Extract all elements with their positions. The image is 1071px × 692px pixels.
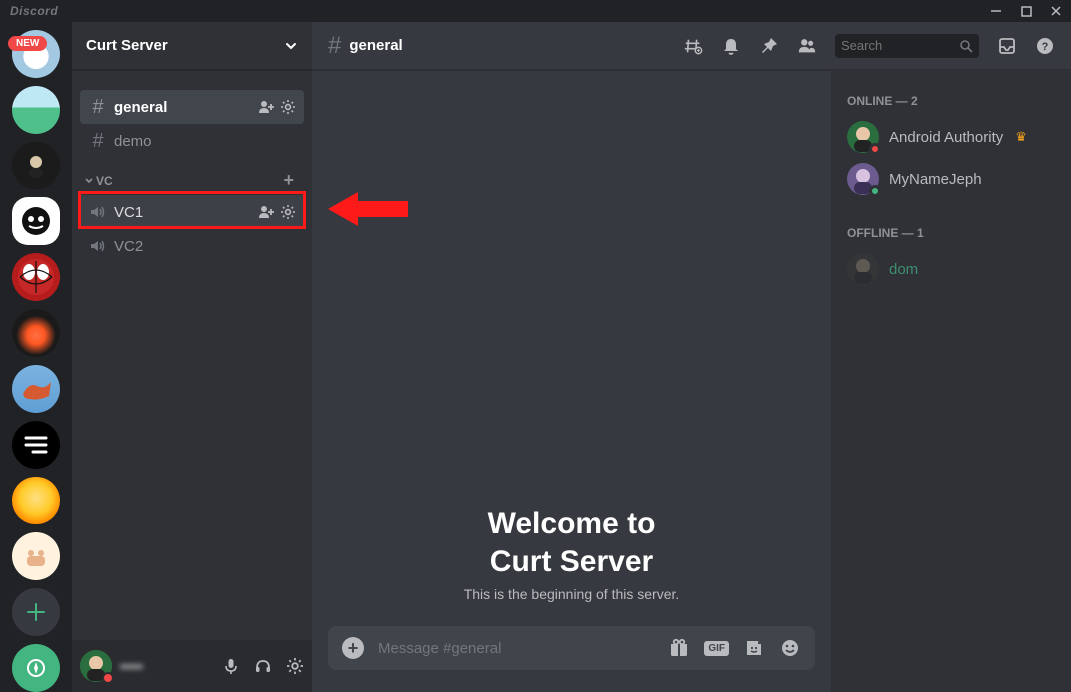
channel-label: VC2	[114, 238, 296, 255]
members-icon[interactable]	[797, 36, 817, 56]
window-close-icon[interactable]	[1049, 4, 1063, 18]
channel-panel: Curt Server # general # demo VC	[72, 22, 312, 692]
members-panel: ONLINE — 2 Android Authority ♛ MyNameJep…	[831, 70, 1071, 692]
help-icon[interactable]: ?	[1035, 36, 1055, 56]
status-dnd-icon	[869, 143, 881, 155]
search-icon	[959, 39, 973, 53]
category-label: VC	[96, 174, 113, 188]
avatar	[847, 253, 879, 285]
svg-text:?: ?	[1042, 41, 1049, 53]
online-header: ONLINE — 2	[839, 90, 1063, 116]
channel-name: general	[349, 37, 402, 54]
chat-input[interactable]: + GIF	[328, 626, 815, 670]
bell-icon[interactable]	[721, 36, 741, 56]
chat-area: Welcome to Curt Server This is the beginn…	[312, 70, 831, 692]
server-icon[interactable]	[12, 253, 60, 301]
member-row[interactable]: dom	[839, 248, 1063, 290]
app-title: Discord	[10, 4, 58, 18]
server-header[interactable]: Curt Server	[72, 22, 312, 70]
headset-icon[interactable]	[254, 657, 272, 675]
main-panel: # general ? Welcome toCurt Server This i	[312, 22, 1071, 692]
voice-channel-vc1[interactable]: VC1	[80, 195, 304, 229]
server-icon[interactable]	[12, 197, 60, 245]
member-name: Android Authority	[889, 129, 1003, 146]
gear-icon[interactable]	[280, 204, 296, 220]
text-channel-demo[interactable]: # demo	[80, 124, 304, 158]
sticker-icon[interactable]	[743, 637, 765, 659]
member-name: MyNameJeph	[889, 171, 982, 188]
pin-icon[interactable]	[759, 36, 779, 56]
gear-icon[interactable]	[286, 657, 304, 675]
server-name: Curt Server	[86, 37, 168, 54]
explore-servers-button[interactable]	[12, 644, 60, 692]
new-badge: NEW	[8, 36, 47, 51]
channel-header: # general ?	[312, 22, 1071, 70]
window-minimize-icon[interactable]	[989, 4, 1003, 18]
speaker-icon	[88, 203, 108, 221]
add-server-button[interactable]	[12, 588, 60, 636]
speaker-icon	[88, 237, 108, 255]
gif-button[interactable]: GIF	[704, 641, 729, 656]
hash-icon: #	[88, 130, 108, 153]
voice-channel-vc2[interactable]: VC2	[80, 229, 304, 263]
server-icon[interactable]	[12, 309, 60, 357]
add-channel-button[interactable]: +	[283, 170, 300, 191]
threads-icon[interactable]	[683, 36, 703, 56]
avatar	[847, 121, 879, 153]
attach-button[interactable]: +	[342, 637, 364, 659]
hash-icon: #	[328, 32, 341, 60]
server-icon[interactable]	[12, 421, 60, 469]
member-row[interactable]: MyNameJeph	[839, 158, 1063, 200]
hash-icon: #	[88, 96, 108, 119]
text-channel-general[interactable]: # general	[80, 90, 304, 124]
category-header-vc[interactable]: VC +	[80, 158, 304, 195]
invite-icon[interactable]	[258, 204, 274, 220]
server-icon[interactable]	[12, 365, 60, 413]
window-maximize-icon[interactable]	[1019, 4, 1033, 18]
offline-header: OFFLINE — 1	[839, 222, 1063, 248]
status-online-icon	[869, 185, 881, 197]
user-avatar[interactable]	[80, 650, 112, 682]
server-icon[interactable]	[12, 142, 60, 190]
invite-icon[interactable]	[258, 99, 274, 115]
welcome-line2: Curt Server	[490, 545, 653, 578]
welcome-line1: Welcome to	[488, 507, 656, 540]
channel-list: # general # demo VC + VC1	[72, 70, 312, 640]
gift-icon[interactable]	[668, 637, 690, 659]
message-input[interactable]	[378, 640, 654, 657]
channel-label: general	[114, 99, 252, 116]
emoji-icon[interactable]	[779, 637, 801, 659]
server-icon[interactable]	[12, 477, 60, 525]
welcome-block: Welcome to Curt Server This is the beginn…	[312, 505, 831, 626]
user-footer: •••••	[72, 640, 312, 692]
gear-icon[interactable]	[280, 99, 296, 115]
server-icon[interactable]	[12, 86, 60, 134]
mic-icon[interactable]	[222, 657, 240, 675]
channel-label: VC1	[114, 204, 252, 221]
member-row[interactable]: Android Authority ♛	[839, 116, 1063, 158]
search-box[interactable]	[835, 34, 979, 58]
inbox-icon[interactable]	[997, 36, 1017, 56]
chevron-down-icon	[284, 39, 298, 53]
crown-icon: ♛	[1015, 129, 1027, 145]
status-dnd-icon	[102, 672, 114, 684]
member-name: dom	[889, 261, 918, 278]
user-name: •••••	[120, 659, 143, 674]
server-icon[interactable]	[12, 532, 60, 580]
channel-label: demo	[114, 133, 296, 150]
avatar	[847, 163, 879, 195]
search-input[interactable]	[841, 38, 955, 53]
server-list: NEW	[0, 22, 72, 692]
welcome-subtitle: This is the beginning of this server.	[312, 586, 831, 602]
titlebar: Discord	[0, 0, 1071, 22]
chevron-down-icon	[84, 176, 94, 186]
